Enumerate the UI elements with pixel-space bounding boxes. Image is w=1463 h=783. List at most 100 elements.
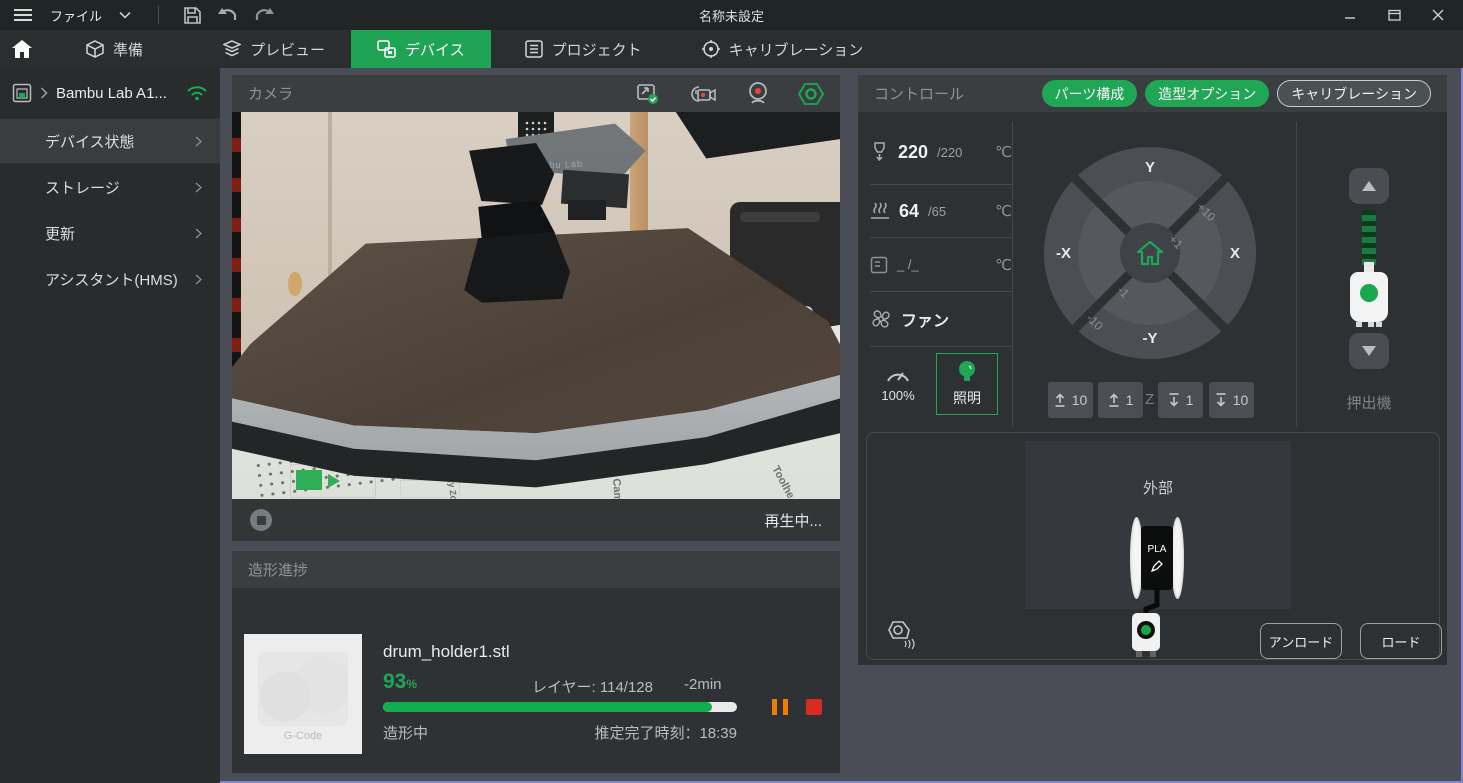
fan-label: ファン <box>901 307 949 331</box>
chevron-right-icon <box>195 228 202 239</box>
stream-status: 再生中... <box>764 510 822 531</box>
tab-project[interactable]: プロジェクト <box>499 30 668 68</box>
light-toggle[interactable]: 照明 <box>936 353 998 415</box>
diagram-green-arrow <box>328 474 340 488</box>
tab-prepare[interactable]: 準備 <box>60 30 169 68</box>
tab-home[interactable] <box>0 30 44 68</box>
y-plus-label: Y <box>1044 159 1256 176</box>
sidebar-item-update[interactable]: 更新 <box>0 210 220 256</box>
fan-row[interactable]: ファン <box>870 292 1012 347</box>
filament-tube-graphic <box>1362 210 1376 266</box>
eta-label: 推定完了時刻：18:39 <box>512 722 737 743</box>
filament-spool[interactable]: PLA <box>1141 526 1173 590</box>
camera-live-view: Safety Zone Camera Toolhe Bambu Lab <box>232 112 840 499</box>
chevron-right-icon <box>195 182 202 193</box>
webcam-record-icon[interactable] <box>746 81 770 107</box>
chevron-down-icon[interactable] <box>112 3 138 27</box>
external-spool-slot[interactable]: 外部 PLA <box>1025 441 1291 609</box>
camera-footer: 再生中... <box>232 499 840 541</box>
maximize-button[interactable] <box>1379 4 1409 26</box>
edit-pencil-icon <box>1151 560 1163 572</box>
chevron-right-icon <box>195 274 202 285</box>
undo-button[interactable] <box>215 3 241 27</box>
divider <box>1012 122 1013 427</box>
calibration-button[interactable]: キャリブレーション <box>1277 80 1431 107</box>
layers-icon <box>223 40 241 58</box>
chevron-right-icon <box>40 87 48 99</box>
x-minus-label: -X <box>1056 245 1071 262</box>
extrude-up-button[interactable] <box>1349 168 1389 204</box>
light-bulb-icon <box>956 360 978 384</box>
stop-stream-button[interactable] <box>250 509 272 531</box>
divider <box>1296 122 1297 427</box>
progress-bar <box>383 702 737 712</box>
sidebar-item-device-status[interactable]: デバイス状態 <box>0 118 220 164</box>
speed-control[interactable]: 100% <box>870 353 926 415</box>
device-selector[interactable]: Bambu Lab A1... <box>0 68 220 118</box>
file-menu[interactable]: ファイル <box>50 6 102 25</box>
triangle-down-icon <box>1362 346 1376 356</box>
main-tab-bar: 準備 プレビュー デバイス プロジェクト キャリブレーション <box>0 30 1463 68</box>
z-up-10-button[interactable]: 10 <box>1048 382 1093 418</box>
hamburger-menu-icon[interactable] <box>10 3 36 27</box>
bed-temp-unit: ℃ <box>995 202 1012 220</box>
nozzle-temp-target: /220 <box>937 145 962 160</box>
minimize-button[interactable] <box>1335 4 1365 26</box>
ams-settings-icon[interactable] <box>883 619 917 651</box>
nozzle-temp-unit: ℃ <box>995 143 1012 161</box>
parts-config-button[interactable]: パーツ構成 <box>1042 80 1138 107</box>
tab-device[interactable]: デバイス <box>351 30 491 68</box>
speed-value: 100% <box>881 388 914 403</box>
z-down-1-button[interactable]: 1 <box>1158 382 1203 418</box>
z-up-1-button[interactable]: 1 <box>1098 382 1143 418</box>
chevron-right-icon <box>195 136 202 147</box>
z-down-10-button[interactable]: 10 <box>1209 382 1254 418</box>
redo-button[interactable] <box>251 3 277 27</box>
playback-list-icon[interactable] <box>636 82 660 106</box>
toolbar-divider <box>158 6 159 24</box>
sidebar-item-assistant-hms[interactable]: アシスタント(HMS) <box>0 256 220 302</box>
camera-panel-header: カメラ <box>232 75 840 112</box>
layer-counter: レイヤー: 114/128 <box>532 676 653 697</box>
toolhead-block <box>568 200 606 220</box>
bed-temp-row[interactable]: 64 /65 ℃ <box>870 185 1012 238</box>
x-plus-label: X <box>1230 245 1240 262</box>
tab-preview[interactable]: プレビュー <box>197 30 351 68</box>
frame-edge <box>232 112 241 377</box>
home-button[interactable] <box>1120 223 1180 283</box>
wifi-icon <box>186 85 208 101</box>
timelapse-record-icon[interactable] <box>688 82 718 106</box>
filament-section: 外部 PLA アンロード ロード <box>866 432 1440 660</box>
device-sidebar: Bambu Lab A1... デバイス状態 ストレージ 更新 アシスタント(H… <box>0 68 220 783</box>
calibration-icon <box>702 40 720 58</box>
nozzle-icon <box>870 142 889 162</box>
print-progress-panel: 造形進捗 G-Code drum_holder1.stl 93% レイヤー: 1… <box>232 551 840 773</box>
camera-panel-title: カメラ <box>248 83 293 104</box>
z-axis-label: Z <box>1145 391 1154 408</box>
unload-filament-button[interactable]: アンロード <box>1260 623 1342 659</box>
sidebar-item-storage[interactable]: ストレージ <box>0 164 220 210</box>
camera-panel: カメラ <box>232 75 840 541</box>
print-options-button[interactable]: 造型オプション <box>1145 80 1269 107</box>
extrude-down-button[interactable] <box>1349 333 1389 369</box>
title-bar: ファイル 名称未設定 <box>0 0 1463 30</box>
pause-print-button[interactable] <box>772 699 789 715</box>
nozzle-temp-row[interactable]: 220 /220 ℃ <box>870 120 1012 185</box>
device-name: Bambu Lab A1... <box>56 85 167 102</box>
close-button[interactable] <box>1423 4 1453 26</box>
nozzle-temp-current: 220 <box>898 142 928 163</box>
speed-gauge-icon <box>885 365 911 383</box>
load-filament-button[interactable]: ロード <box>1360 623 1442 659</box>
printer-icon <box>12 83 32 103</box>
control-panel-header: コントロール パーツ構成 造型オプション キャリブレーション <box>858 75 1447 112</box>
extruder-status-dot <box>1360 284 1378 302</box>
extruder-mini-graphic <box>1132 613 1160 651</box>
home-icon <box>12 40 32 58</box>
tab-calibration[interactable]: キャリブレーション <box>676 30 890 68</box>
xy-move-pad[interactable]: Y -Y X -X +10 +1 -1 -10 <box>1044 147 1256 359</box>
fan-icon <box>870 308 892 330</box>
save-button[interactable] <box>179 3 205 27</box>
stop-print-button[interactable] <box>806 699 822 715</box>
live-stream-icon[interactable] <box>798 82 824 106</box>
extruder-label: 押出機 <box>1296 392 1442 413</box>
